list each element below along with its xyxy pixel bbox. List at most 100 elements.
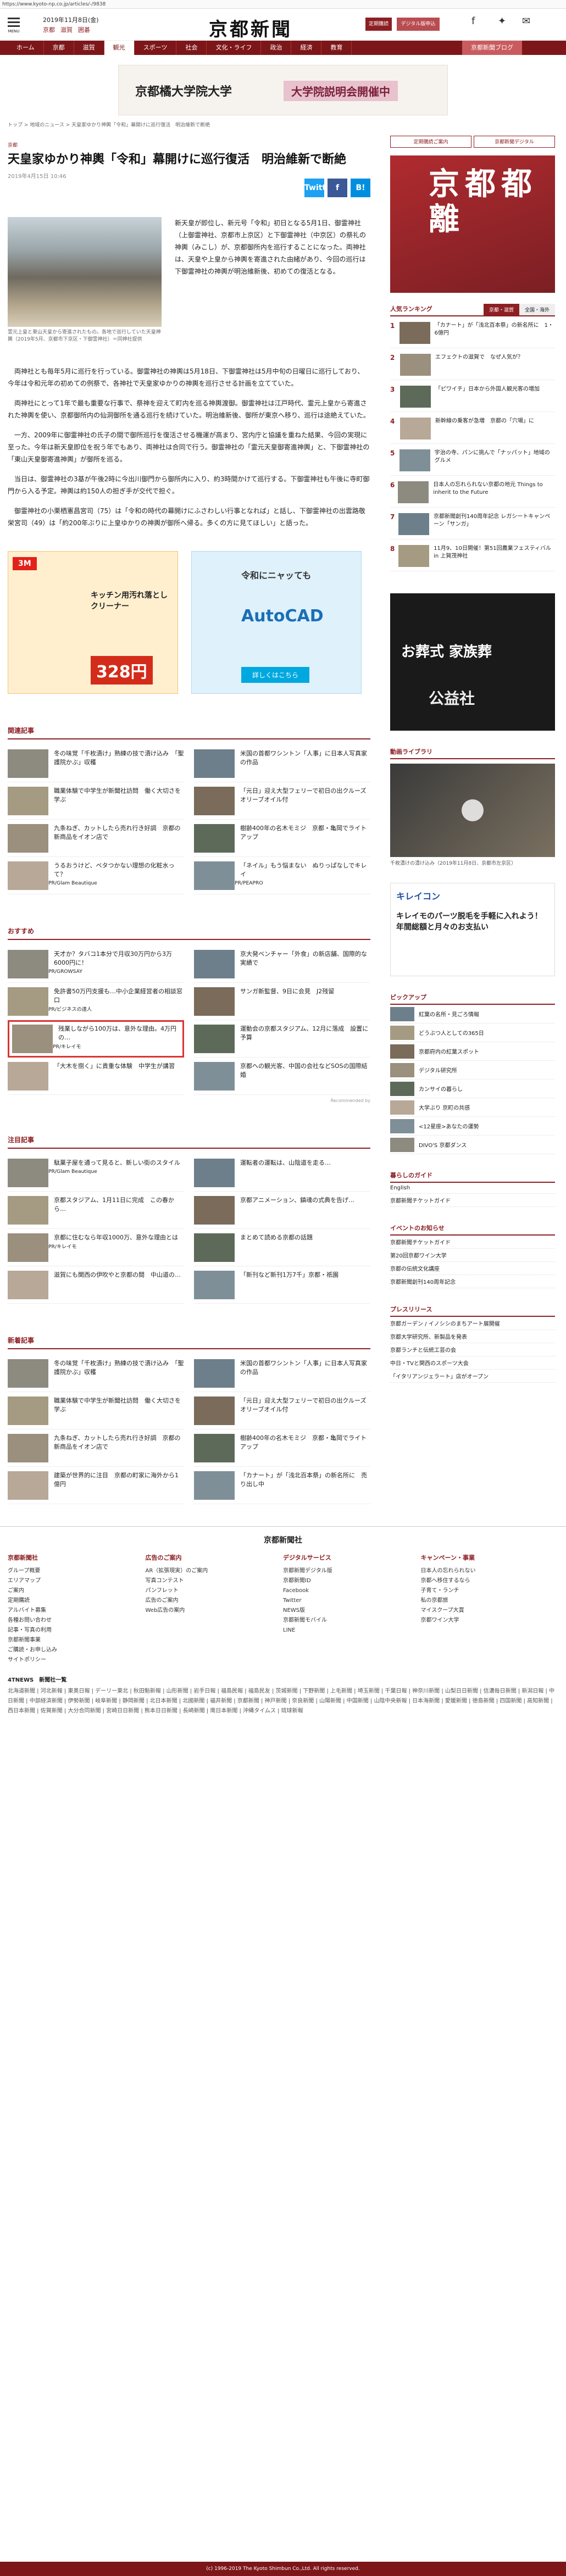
thumbnail[interactable]: [194, 950, 235, 978]
recommend-item[interactable]: 天才か？タバコ1本分で月収30万円から3万6000円に！ PR/GROWSAY: [8, 945, 184, 983]
related-item[interactable]: 「元日」迎え大型フェリーで初日の出クルーズ オリーブオイル付: [194, 782, 372, 820]
thumbnail[interactable]: [8, 1434, 48, 1462]
nav-tourism[interactable]: 観光: [104, 41, 135, 55]
item-title[interactable]: 京都に住むなら年収1000万、意外な理由とは: [54, 1233, 178, 1242]
events-link[interactable]: 京都新聞創刊140周年記念: [390, 1275, 555, 1288]
footer-link[interactable]: 京都へ移住するなら: [421, 1576, 559, 1586]
pickup-thumbnail[interactable]: [390, 1062, 414, 1077]
pickup-title[interactable]: デジタル研究所: [419, 1066, 457, 1074]
share-facebook-button[interactable]: f: [328, 179, 347, 197]
thumbnail[interactable]: [194, 1233, 235, 1262]
pickup-title[interactable]: 京都府内の紅葉スポット: [419, 1047, 479, 1055]
item-title[interactable]: 「元日」迎え大型フェリーで初日の出クルーズ オリーブオイル付: [240, 1397, 372, 1414]
item-title[interactable]: 「元日」迎え大型フェリーで初日の出クルーズ オリーブオイル付: [240, 787, 372, 804]
thumbnail[interactable]: [8, 1359, 48, 1388]
press-link[interactable]: 京都ランチと伝統工芸の会: [390, 1343, 555, 1356]
footer-link[interactable]: 京都新聞ID: [283, 1576, 421, 1586]
thumbnail[interactable]: [8, 1271, 48, 1299]
sidebar-ad-kireimo[interactable]: キレイコン キレイモのパーツ脱毛を手軽に入れよう！年間総額と月々のお支払い: [390, 883, 555, 976]
ranking-thumbnail[interactable]: [398, 513, 429, 535]
item-title[interactable]: 九条ねぎ、カットしたら売れ行き好調 京都の新商品をイオン店で: [54, 824, 184, 842]
item-title[interactable]: 樹齢400年の名木モミジ 京都・亀岡でライトアップ: [240, 1434, 370, 1451]
ranking-item[interactable]: 2 エフェクトの滋賀で なぜ人気が？: [390, 348, 555, 380]
pickup-title[interactable]: DIVO'S 京都ダンス: [419, 1140, 467, 1149]
item-title[interactable]: 冬の味覚「千枚漬け」熟練の技で漬け込み 「聖護院かぶ」収穫: [54, 749, 184, 767]
thumbnail[interactable]: [194, 1062, 235, 1091]
pickup-item[interactable]: DIVO'S 京都ダンス: [390, 1136, 555, 1154]
thumbnail[interactable]: [194, 1434, 235, 1462]
ranking-title[interactable]: 「ピワイチ」日本から外国人観光客の増加: [435, 386, 540, 406]
item-title[interactable]: 建築が世界的に注目 京都の町家に海外から1億円: [54, 1471, 184, 1489]
item-title[interactable]: 残業しながら100万は、意外な理由。4万円の…: [58, 1025, 180, 1042]
item-title[interactable]: 職業体験で中学生が新聞社訪問 働く大切さを学ぶ: [54, 1397, 184, 1414]
footer-link[interactable]: 広告のご案内: [146, 1596, 284, 1606]
ad-3m[interactable]: 3M キッチン用汚れ落としクリーナー 328円: [8, 551, 178, 694]
article-photo[interactable]: [8, 217, 162, 327]
item-title[interactable]: 「ネイル」もう悩まない ぬりっぱなしでキレイ: [240, 861, 370, 879]
ranking-thumbnail[interactable]: [400, 354, 431, 376]
footer-link[interactable]: アルバイト募集: [8, 1606, 146, 1616]
nav-culture[interactable]: 文化・ライフ: [207, 41, 262, 55]
item-title[interactable]: まとめて読める京都の話題: [240, 1233, 313, 1242]
recommend-item[interactable]: 京都への観光客、中国の会社などSOSの国際結婚: [194, 1058, 370, 1095]
more-link[interactable]: English: [390, 1183, 555, 1194]
press-link[interactable]: 京都大学研究所、新製品を発表: [390, 1330, 555, 1343]
thumbnail[interactable]: [194, 1025, 235, 1053]
related-item[interactable]: 職業体験で中学生が新聞社訪問 働く大切さを学ぶ: [8, 782, 184, 820]
thumbnail[interactable]: [8, 861, 48, 890]
thumbnail[interactable]: [8, 749, 48, 778]
recommend-item[interactable]: 残業しながら100万は、意外な理由。4万円の… PR/キレイモ: [8, 1020, 184, 1058]
pickup-item[interactable]: 紅葉の名所・見ごろ情報: [390, 1005, 555, 1023]
nav-politics[interactable]: 政治: [261, 41, 292, 55]
recommend-item[interactable]: 「大木を捌く」に貴重な体験 中学生が講習: [8, 1058, 184, 1095]
ranking-title[interactable]: 京都新聞創刊140周年記念 レガシートキャンペーン「サンガ」: [434, 513, 555, 533]
pickup-thumbnail[interactable]: [390, 1137, 414, 1152]
cat-shiga[interactable]: 滋賀: [60, 26, 73, 34]
item-title[interactable]: 冬の味覚「千枚漬け」熟練の技で漬け込み 「聖護院かぶ」収穫: [54, 1359, 184, 1377]
item-title[interactable]: 滋賀にも関西の伊吹やと京都の間 中山道の…: [54, 1271, 181, 1279]
nav-home[interactable]: ホーム: [8, 41, 44, 55]
thumbnail[interactable]: [194, 1159, 235, 1187]
newest-item[interactable]: 冬の味覚「千枚漬け」熟練の技で漬け込み 「聖護院かぶ」収穫: [8, 1355, 184, 1392]
item-title[interactable]: 「カナート」が「浅北百本祭」の新名所に 売り出し中: [240, 1471, 370, 1489]
tab-kyoto-shiga[interactable]: 京都・滋賀: [483, 304, 519, 315]
newest-item[interactable]: 職業体験で中学生が新聞社訪問 働く大切さを学ぶ: [8, 1392, 184, 1429]
ranking-item[interactable]: 8 11月9、10日開催！第51回農業フェスティバル in 上賀茂神社: [390, 539, 555, 571]
related-item[interactable]: 冬の味覚「千枚漬け」熟練の技で漬け込み 「聖護院かぶ」収穫: [8, 745, 184, 782]
thumbnail[interactable]: [8, 824, 48, 853]
pickup-thumbnail[interactable]: [390, 1119, 414, 1133]
related-item[interactable]: 樹齢400年の名木モミジ 京都・亀岡でライトアップ: [194, 820, 370, 857]
thumbnail[interactable]: [194, 1397, 235, 1425]
events-link[interactable]: 京都の伝統文化講座: [390, 1262, 555, 1275]
pickup-title[interactable]: 大学ぶり 京町の共感: [419, 1103, 470, 1111]
ranking-thumbnail[interactable]: [399, 449, 430, 471]
footer-link[interactable]: 子育て・ランチ: [421, 1586, 559, 1596]
related-item[interactable]: 米国の首都ワシントン「人事」に日本人写真家の作品: [194, 745, 370, 782]
ranking-thumbnail[interactable]: [398, 545, 430, 567]
twitter-icon[interactable]: ✦: [498, 15, 506, 27]
thumbnail[interactable]: [194, 749, 235, 778]
related-item[interactable]: 九条ねぎ、カットしたら売れ行き好調 京都の新商品をイオン店で: [8, 820, 184, 857]
nav-shiga[interactable]: 滋賀: [74, 41, 104, 55]
thumbnail[interactable]: [194, 987, 235, 1016]
top-banner-ad[interactable]: 京都橘大学院大学 大学院説明会開催中: [118, 65, 448, 115]
attention-item[interactable]: 滋賀にも関西の伊吹やと京都の間 中山道の…: [8, 1266, 184, 1304]
ad-autocad[interactable]: 令和にニャッても AutoCAD 詳しくはこちら: [191, 551, 362, 694]
ranking-thumbnail[interactable]: [400, 386, 431, 408]
ranking-thumbnail[interactable]: [399, 322, 430, 344]
footer-link[interactable]: LINE: [283, 1626, 421, 1635]
nav-economy[interactable]: 経済: [291, 41, 322, 55]
press-link[interactable]: 京都ガーデン / イノシシのまちアート展開催: [390, 1317, 555, 1330]
footer-link[interactable]: AR（拡張現実）のご案内: [146, 1566, 284, 1576]
digital-signup-button[interactable]: デジタル版申込み: [397, 18, 440, 40]
thumbnail[interactable]: [8, 950, 48, 978]
ranking-item[interactable]: 6 日本人の忘れられない京都の地元 Things to inherit to th…: [390, 476, 555, 508]
footer-link[interactable]: 定期購読: [8, 1596, 146, 1606]
thumbnail[interactable]: [8, 1159, 48, 1187]
events-link[interactable]: 第20回京都ワイン大学: [390, 1249, 555, 1262]
item-title[interactable]: 京大発ベンチャー「外食」の新店舗、国際的な実績で: [240, 950, 370, 967]
nav-sports[interactable]: スポーツ: [135, 41, 177, 55]
item-title[interactable]: 京都スタジアム、1月11日に完成 この春から…: [54, 1196, 184, 1214]
item-title[interactable]: 京都への観光客、中国の会社などSOSの国際結婚: [240, 1062, 370, 1080]
video-player[interactable]: [390, 764, 555, 857]
